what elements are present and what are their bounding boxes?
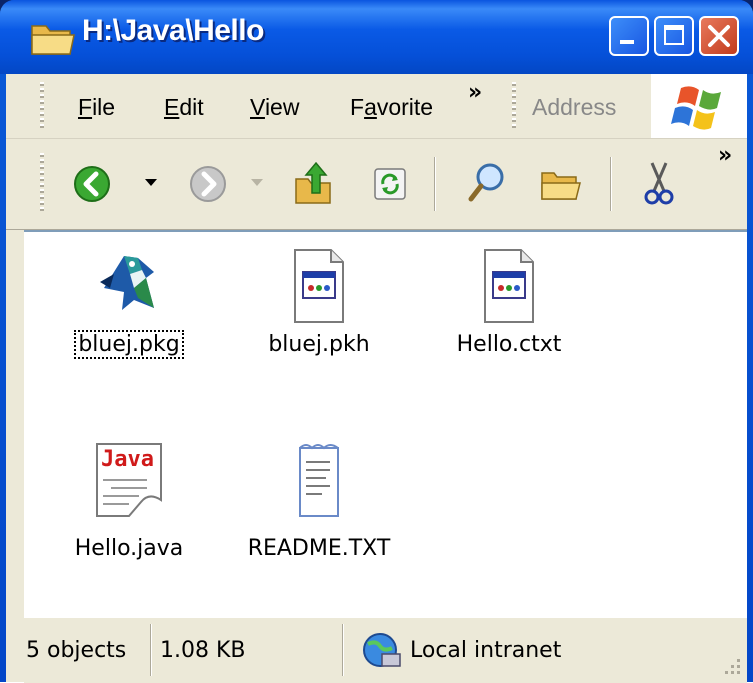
menubar-grip[interactable] bbox=[40, 82, 44, 130]
java-file-icon: Java bbox=[96, 443, 162, 517]
file-name: bluej.pkh bbox=[268, 332, 370, 357]
up-folder-icon[interactable] bbox=[292, 159, 336, 207]
cut-icon[interactable] bbox=[642, 161, 676, 207]
status-size: 1.08 KB bbox=[160, 638, 246, 663]
file-item[interactable]: bluej.pkg bbox=[54, 248, 204, 388]
addressbar-grip[interactable] bbox=[512, 82, 516, 130]
menu-view[interactable]: View bbox=[250, 94, 299, 121]
close-button[interactable] bbox=[699, 16, 739, 56]
status-bar: 5 objects 1.08 KB Local intranet bbox=[24, 617, 747, 683]
java-icon-text: Java bbox=[101, 447, 154, 472]
windows-flag-icon bbox=[671, 86, 721, 130]
status-zone: Local intranet bbox=[410, 638, 562, 663]
menu-edit[interactable]: Edit bbox=[164, 94, 204, 121]
status-separator bbox=[342, 624, 343, 676]
folders-icon[interactable] bbox=[538, 163, 582, 205]
bluej-bird-icon bbox=[100, 256, 154, 310]
file-item[interactable]: Hello.ctxt bbox=[434, 248, 584, 388]
menu-bar: File Edit View Favorite » Address bbox=[6, 74, 747, 139]
forward-icon[interactable] bbox=[188, 164, 228, 204]
title-bar[interactable]: H:\Java\Hello bbox=[0, 0, 753, 74]
search-icon[interactable] bbox=[466, 161, 508, 205]
status-object-count: 5 objects bbox=[26, 638, 127, 663]
menubar-overflow-chevron[interactable]: » bbox=[468, 80, 482, 105]
windows-logo-area bbox=[651, 74, 747, 138]
back-icon[interactable] bbox=[72, 164, 112, 204]
standard-toolbar: » bbox=[6, 139, 747, 230]
file-name: README.TXT bbox=[247, 536, 391, 561]
menu-file[interactable]: File bbox=[78, 94, 115, 121]
file-name: Hello.ctxt bbox=[456, 332, 562, 357]
explorer-window: H:\Java\Hello File Edit View Favorite » … bbox=[0, 0, 753, 683]
status-separator bbox=[150, 624, 151, 676]
generic-file-icon bbox=[294, 249, 344, 323]
file-item[interactable]: Java Hello.java bbox=[54, 440, 204, 580]
back-dropdown-icon[interactable] bbox=[144, 177, 158, 189]
file-name: Hello.java bbox=[74, 536, 184, 561]
folder-icon bbox=[31, 25, 75, 55]
minimize-icon bbox=[620, 40, 634, 44]
sync-icon[interactable] bbox=[372, 166, 408, 202]
file-name: bluej.pkg bbox=[74, 330, 184, 359]
toolbar-separator bbox=[434, 157, 435, 211]
toolbar-separator bbox=[610, 157, 611, 211]
window-title: H:\Java\Hello bbox=[82, 14, 264, 47]
maximize-button[interactable] bbox=[654, 16, 694, 56]
resize-grip-icon[interactable] bbox=[717, 651, 743, 677]
minimize-button[interactable] bbox=[609, 16, 649, 56]
text-file-icon bbox=[299, 444, 339, 517]
maximize-icon bbox=[664, 25, 684, 45]
close-icon bbox=[708, 25, 730, 47]
file-list-view[interactable]: bluej.pkg bluej.pkh Hello.ctxt Java Hell… bbox=[24, 230, 747, 617]
generic-file-icon bbox=[484, 249, 534, 323]
address-label: Address bbox=[532, 94, 617, 120]
file-item[interactable]: bluej.pkh bbox=[244, 248, 394, 388]
forward-dropdown-icon[interactable] bbox=[250, 177, 264, 189]
menu-favorites[interactable]: Favorite bbox=[350, 94, 446, 121]
file-item[interactable]: README.TXT bbox=[244, 440, 394, 580]
toolbar-grip[interactable] bbox=[40, 153, 44, 213]
toolbar-overflow-chevron[interactable]: » bbox=[718, 143, 732, 168]
local-intranet-icon bbox=[363, 633, 401, 667]
